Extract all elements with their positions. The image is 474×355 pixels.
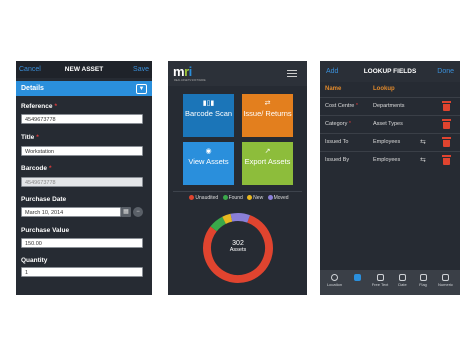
asset-total: 302	[232, 240, 244, 247]
view-assets-tile[interactable]: ◉ View Assets	[183, 142, 234, 185]
legend-label-moved: Moved	[273, 195, 289, 201]
title-field[interactable]: Workstation	[21, 146, 143, 156]
header-bar: mri REAL ASSETS SOFTWARE	[168, 61, 307, 86]
title-label: Title *	[21, 134, 39, 141]
lookup-fields-screen: Add LOOKUP FIELDS Done Name Lookup Cost …	[320, 61, 460, 295]
clear-icon[interactable]: −	[133, 207, 143, 217]
donut-segment-moved[interactable]	[230, 213, 251, 223]
navigation-bar: Add LOOKUP FIELDS Done	[320, 61, 460, 82]
donut-segment-new[interactable]	[222, 213, 233, 224]
chart-legend: Unaudited Found New Moved	[168, 195, 307, 201]
quantity-field[interactable]: 1	[21, 267, 143, 277]
list-icon	[353, 274, 361, 281]
reference-label: Reference *	[21, 103, 57, 110]
tab-numeric[interactable]: Numeric	[433, 270, 458, 295]
asset-unit: Assets	[229, 247, 247, 253]
screen-title: NEW ASSET	[64, 66, 104, 73]
trash-icon[interactable]	[442, 137, 451, 147]
purchase-value-label: Purchase Value	[21, 227, 70, 234]
save-button[interactable]: Save	[133, 66, 149, 73]
logo-tagline: REAL ASSETS SOFTWARE	[174, 79, 206, 82]
row-name: Category *	[325, 121, 351, 127]
legend-label-unaudited: Unaudited	[195, 195, 219, 201]
barcode-scan-tile[interactable]: ▮▯▮ Barcode Scan	[183, 94, 234, 137]
tab-location[interactable]: Location	[323, 270, 346, 295]
purchase-date-label: Purchase Date	[21, 196, 67, 203]
dashboard-screen: mri REAL ASSETS SOFTWARE ▮▯▮ Barcode Sca…	[168, 61, 307, 295]
tile-label: Issue/ Returns	[243, 109, 292, 118]
legend-label-new: New	[253, 195, 264, 201]
tile-label: Barcode Scan	[184, 109, 233, 118]
row-lookup: Departments	[373, 103, 405, 109]
keyboard-icon[interactable]: ▦	[121, 207, 131, 217]
donut-segment-found[interactable]	[210, 216, 227, 232]
reference-field[interactable]: 4549673778	[21, 114, 143, 124]
tab-free-text[interactable]: Free Text	[368, 270, 392, 295]
numeric-icon	[442, 274, 449, 281]
row-name: Cost Centre *	[325, 103, 359, 109]
quantity-label: Quantity	[21, 257, 48, 264]
trash-icon[interactable]	[442, 101, 451, 111]
legend-swatch-moved	[267, 195, 273, 201]
table-row[interactable]: Cost Centre * Departments	[320, 97, 460, 115]
row-lookup: Asset Types	[373, 121, 403, 127]
menu-icon[interactable]	[287, 70, 297, 79]
navigation-bar: Cancel NEW ASSET Save	[16, 61, 152, 78]
purchase-value-field[interactable]: 150.00	[21, 238, 143, 248]
row-lookup: Employees	[373, 157, 401, 163]
legend-swatch-found	[222, 195, 228, 201]
export-icon: ↗	[264, 148, 271, 155]
trash-icon[interactable]	[442, 119, 451, 129]
donut-center-label: 302 Assets	[202, 240, 274, 253]
new-asset-screen: Cancel NEW ASSET Save Details ▼ Referenc…	[16, 61, 152, 295]
divider	[173, 191, 302, 192]
tile-label: View Assets	[188, 157, 229, 166]
column-header-name: Name	[325, 86, 342, 92]
done-button[interactable]: Done	[437, 68, 454, 75]
purchase-date-field[interactable]: March 10, 2014	[21, 207, 121, 217]
column-header-lookup: Lookup	[373, 86, 395, 92]
text-icon	[376, 274, 384, 281]
issue-returns-tile[interactable]: ⇄ Issue/ Returns	[242, 94, 293, 137]
barcode-label: Barcode *	[21, 165, 52, 172]
calendar-icon	[399, 274, 406, 281]
swap-icon[interactable]: ⇆	[420, 156, 426, 164]
eye-icon: ◉	[205, 148, 212, 155]
row-name: Issued By	[325, 157, 350, 163]
trash-icon[interactable]	[442, 155, 451, 165]
mri-logo: mri	[173, 64, 192, 79]
tile-label: Export Assets	[244, 157, 291, 166]
flag-icon	[419, 274, 427, 281]
row-name: Issued To	[325, 139, 349, 145]
details-section-header[interactable]: Details ▼	[16, 81, 152, 96]
barcode-field[interactable]: 4549673778	[21, 177, 143, 187]
table-row[interactable]: Issued By Employees ⇆	[320, 151, 460, 169]
export-assets-tile[interactable]: ↗ Export Assets	[242, 142, 293, 185]
tab-lookup[interactable]	[346, 270, 368, 295]
transfer-icon: ⇄	[264, 100, 271, 107]
details-label: Details	[21, 85, 44, 92]
table-header: Name Lookup	[320, 82, 460, 96]
tab-date[interactable]: Date	[392, 270, 413, 295]
legend-swatch-new	[247, 195, 253, 201]
tab-flag[interactable]: Flag	[413, 270, 433, 295]
globe-icon	[331, 274, 338, 281]
swap-icon[interactable]: ⇆	[420, 138, 426, 146]
legend-swatch-unaudited	[189, 195, 195, 201]
table-row[interactable]: Issued To Employees ⇆	[320, 133, 460, 151]
legend-label-found: Found	[228, 195, 243, 201]
chevron-down-icon[interactable]: ▼	[136, 84, 147, 94]
table-row[interactable]: Category * Asset Types	[320, 115, 460, 133]
row-lookup: Employees	[373, 139, 401, 145]
barcode-icon: ▮▯▮	[202, 100, 215, 107]
tab-bar: Location Free Text Date Flag Numeric	[320, 270, 460, 295]
